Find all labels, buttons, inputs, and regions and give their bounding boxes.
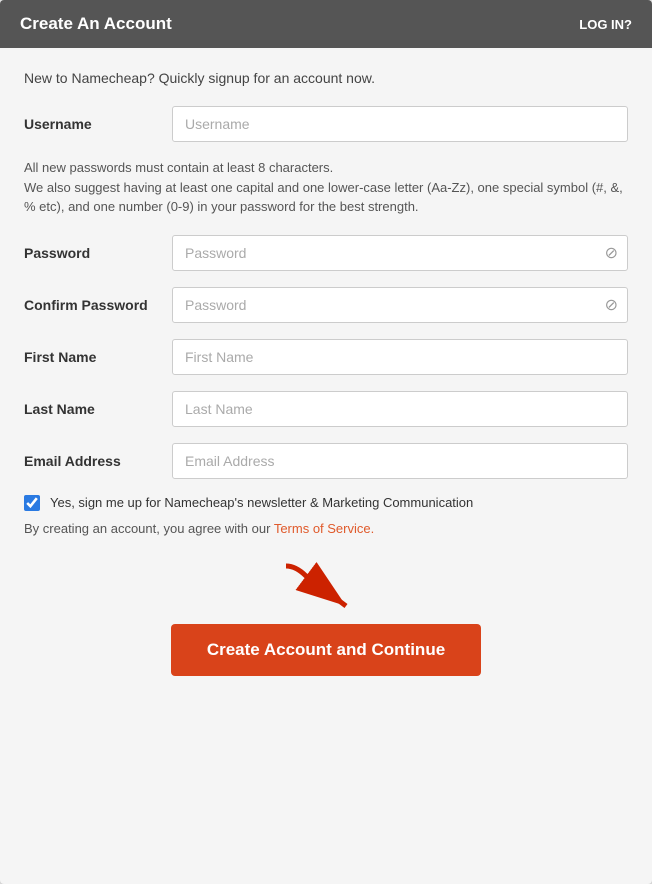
arrow-container <box>24 556 628 616</box>
terms-row: By creating an account, you agree with o… <box>24 521 628 536</box>
username-input-wrapper <box>172 106 628 142</box>
page-title: Create An Account <box>20 14 172 34</box>
first-name-input[interactable] <box>172 339 628 375</box>
newsletter-label: Yes, sign me up for Namecheap's newslett… <box>50 495 473 510</box>
first-name-label: First Name <box>24 349 172 365</box>
password-input-wrapper: ⊘ <box>172 235 628 271</box>
password-row: Password ⊘ <box>24 235 628 271</box>
card-header: Create An Account LOG IN? <box>0 0 652 48</box>
username-row: Username <box>24 106 628 142</box>
email-label: Email Address <box>24 453 172 469</box>
confirm-password-row: Confirm Password ⊘ <box>24 287 628 323</box>
email-row: Email Address <box>24 443 628 479</box>
password-hint: All new passwords must contain at least … <box>24 158 628 217</box>
confirm-password-toggle-icon[interactable]: ⊘ <box>605 295 618 315</box>
arrow-icon <box>266 556 386 616</box>
username-input[interactable] <box>172 106 628 142</box>
confirm-password-label: Confirm Password <box>24 297 172 313</box>
intro-text: New to Namecheap? Quickly signup for an … <box>24 70 628 86</box>
password-toggle-icon[interactable]: ⊘ <box>605 243 618 263</box>
terms-link[interactable]: Terms of Service. <box>274 521 374 536</box>
last-name-input[interactable] <box>172 391 628 427</box>
last-name-label: Last Name <box>24 401 172 417</box>
terms-text: By creating an account, you agree with o… <box>24 521 274 536</box>
password-input[interactable] <box>172 235 628 271</box>
first-name-row: First Name <box>24 339 628 375</box>
confirm-password-input[interactable] <box>172 287 628 323</box>
username-label: Username <box>24 116 172 132</box>
email-input[interactable] <box>172 443 628 479</box>
email-input-wrapper <box>172 443 628 479</box>
card-body: New to Namecheap? Quickly signup for an … <box>0 48 652 706</box>
confirm-password-input-wrapper: ⊘ <box>172 287 628 323</box>
newsletter-checkbox[interactable] <box>24 495 40 511</box>
last-name-row: Last Name <box>24 391 628 427</box>
login-link[interactable]: LOG IN? <box>579 17 632 32</box>
last-name-input-wrapper <box>172 391 628 427</box>
create-account-button[interactable]: Create Account and Continue <box>171 624 481 676</box>
newsletter-row: Yes, sign me up for Namecheap's newslett… <box>24 495 628 511</box>
first-name-input-wrapper <box>172 339 628 375</box>
password-label: Password <box>24 245 172 261</box>
create-account-card: Create An Account LOG IN? New to Nameche… <box>0 0 652 884</box>
